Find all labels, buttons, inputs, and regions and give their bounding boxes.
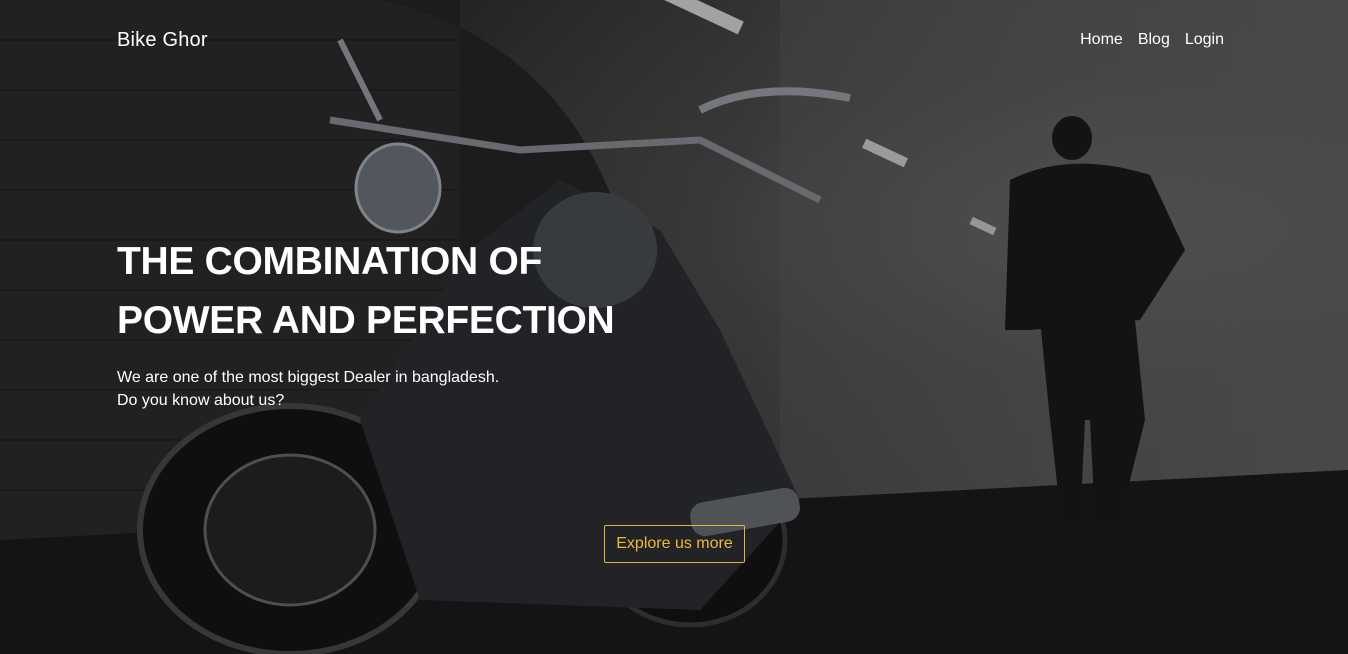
hero-headline: THE COMBINATION OF POWER AND PERFECTION [117,232,677,350]
hero-headline-line-2: POWER AND PERFECTION [117,299,615,342]
hero-subtext-line-1: We are one of the most biggest Dealer in… [117,369,500,386]
hero-subtext: We are one of the most biggest Dealer in… [117,366,499,412]
nav-link-login[interactable]: Login [1185,31,1224,49]
nav-link-blog[interactable]: Blog [1138,31,1170,49]
hero-section: Bike Ghor Home Blog Login THE COMBINATIO… [0,0,1348,654]
brand-logo[interactable]: Bike Ghor [117,29,208,52]
nav-link-home[interactable]: Home [1080,31,1123,49]
hero-subtext-line-2: Do you know about us? [117,392,285,409]
nav-links: Home Blog Login [1080,31,1224,49]
navbar: Bike Ghor Home Blog Login [0,0,1348,82]
explore-button[interactable]: Explore us more [604,525,745,563]
hero-headline-line-1: THE COMBINATION OF [117,240,543,283]
